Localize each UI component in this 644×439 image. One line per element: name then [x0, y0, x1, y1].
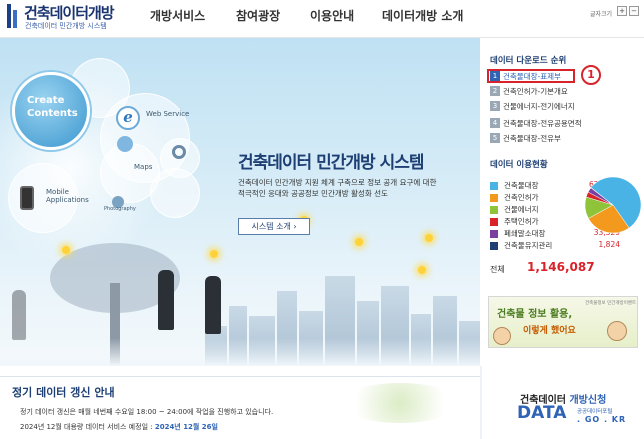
notice-schedule-date: 2024년 12월 26일 — [154, 423, 218, 431]
highlight-box — [487, 69, 575, 83]
mobile-icon — [20, 186, 34, 210]
bulb-icon — [62, 246, 70, 254]
person-figure — [12, 290, 26, 340]
hero-description: 건축데이터 민간개방 지원 체계 구축으로 정보 공개 요구에 대한 적극적인 … — [238, 177, 478, 199]
portal-domain: . GO . KR — [577, 415, 627, 424]
usage-total-label: 전체 — [490, 265, 505, 274]
rank-number: 4 — [490, 118, 500, 128]
apply-title-b: 개방신청 — [569, 395, 607, 406]
notice-title[interactable]: 정기 데이터 갱신 안내 — [12, 384, 115, 400]
portal-name: 공공데이터포털 — [577, 409, 613, 415]
usage-total-value: 1,146,087 — [527, 260, 595, 274]
divider — [480, 366, 482, 439]
legend-swatch — [490, 194, 498, 202]
bubble-text-contents: Contents — [27, 108, 78, 119]
download-ranking-title: 데이터 다운로드 순위 — [490, 56, 567, 66]
nav-usage-guide[interactable]: 이용안내 — [310, 7, 354, 24]
promo-banner[interactable]: 건축물정보 민간개방이벤트 건축물 정보 활용, 이렇게 했어요 — [488, 296, 638, 348]
legend-swatch — [490, 182, 498, 190]
right-sidebar: 데이터 다운로드 순위 1 건축물대장-표제부 2 건축인허가-기본개요 3 건물에너… — [482, 38, 644, 439]
label-web-service: Web Service — [146, 110, 190, 118]
bubble-decoration — [150, 168, 200, 218]
nav-participation[interactable]: 참여광장 — [236, 7, 280, 24]
bulb-icon — [418, 266, 426, 274]
rank-number: 3 — [490, 101, 500, 111]
label-applications: Applications — [46, 196, 89, 204]
legend-swatch — [490, 218, 498, 226]
usage-pie-chart — [584, 176, 642, 234]
bulb-icon — [355, 238, 363, 246]
usage-name: 건물에너지 — [504, 205, 539, 214]
label-mobile: Mobile — [46, 188, 69, 196]
bubble-text-create: Create — [27, 95, 65, 106]
nav-open-service[interactable]: 개방서비스 — [150, 7, 205, 24]
rank-number: 2 — [490, 86, 500, 96]
notice-schedule: 2024년 12월 대용량 데이터 서비스 예정일 : 2024년 12월 26… — [20, 422, 218, 432]
ranking-item-2[interactable]: 2 건축인허가-기본개요 — [490, 86, 568, 97]
ground — [0, 338, 480, 366]
hero-banner: Create Contents e Web Service Maps Mobil… — [0, 38, 480, 366]
ranking-item-3[interactable]: 3 건물에너지-전기에너지 — [490, 101, 575, 112]
legend-swatch — [490, 230, 498, 238]
bulb-icon — [210, 250, 218, 258]
page: { "header": { "logo_title": "건축데이터개방", "… — [0, 0, 644, 439]
callout-marker: 1 — [581, 65, 601, 85]
usage-name: 폐쇄말소대장 — [504, 229, 546, 238]
legend-swatch — [490, 206, 498, 214]
open-apply-banner[interactable]: 건축데이터 개방신청 DATA 공공데이터포털 . GO . KR — [482, 374, 644, 439]
promo-tag: 건축물정보 민간개방이벤트 — [585, 301, 637, 306]
rank-number: 5 — [490, 133, 500, 143]
person-figure — [205, 276, 221, 334]
font-size-label: 글자크기 — [590, 11, 613, 18]
maps-icon — [117, 136, 133, 152]
usage-title: 데이터 이용현황 — [490, 160, 548, 170]
usage-value: 1,824 — [598, 240, 620, 249]
notice-panel: 정기 데이터 갱신 안내 정기 데이터 갱신은 매월 네번째 수요일 18:00… — [0, 376, 480, 439]
legend-swatch — [490, 242, 498, 250]
kid-avatar — [493, 327, 511, 345]
usage-name: 건축인허가 — [504, 193, 539, 202]
notice-schedule-label: 2024년 12월 대용량 데이터 서비스 예정일 : — [20, 423, 155, 431]
rank-label: 건물에너지-전기에너지 — [503, 102, 575, 111]
person-figure — [158, 270, 174, 330]
rank-label: 건축물대장-전유부 — [503, 134, 561, 143]
hero-desc-line: 건축데이터 민간개방 지원 체계 구축으로 정보 공개 요구에 대한 — [238, 178, 437, 187]
rank-label: 건축인허가-기본개요 — [503, 87, 568, 96]
rank-label: 건축물대장-전유공용면적 — [503, 119, 582, 128]
nav-data-open-intro[interactable]: 데이터개방 소개 — [382, 7, 463, 24]
hero-desc-line: 적극적인 응대와 공공정보 민간개방 활성화 선도 — [238, 189, 388, 198]
logo-subtitle: 건축데이터 민간개방 시스템 — [25, 22, 107, 30]
notice-bg-decoration — [340, 383, 460, 423]
logo-title[interactable]: 건축데이터개방 — [24, 2, 115, 23]
web-service-icon: e — [116, 106, 140, 130]
promo-line2: 이렇게 했어요 — [523, 326, 576, 336]
ranking-item-5[interactable]: 5 건축물대장-전유부 — [490, 133, 561, 144]
create-contents-bubble: Create Contents — [12, 72, 90, 150]
pin-icon — [172, 145, 186, 159]
notice-line: 정기 데이터 갱신은 매월 네번째 수요일 18:00 ~ 24:00에 작업을… — [20, 408, 274, 416]
label-maps: Maps — [134, 163, 153, 171]
bulb-icon — [425, 234, 433, 242]
font-minus-button[interactable]: − — [629, 6, 639, 16]
data-brand: DATA — [517, 403, 567, 423]
kid-avatar — [607, 321, 627, 341]
promo-line1: 건축물 정보 활용, — [497, 309, 573, 320]
font-plus-button[interactable]: + — [617, 6, 627, 16]
site-header: 건축데이터개방 건축데이터 민간개방 시스템 개방서비스 참여광장 이용안내 데… — [0, 0, 644, 38]
usage-name: 주택인허가 — [504, 217, 539, 226]
logo-icon[interactable] — [7, 4, 19, 28]
label-photography: Photography — [104, 206, 136, 212]
hero-title: 건축데이터 민간개방 시스템 — [238, 153, 425, 173]
usage-name: 건축물유지관리 — [504, 241, 553, 250]
ranking-item-4[interactable]: 4 건축물대장-전유공용면적 — [490, 118, 582, 129]
usage-row: 건축물유지관리 1,824 — [490, 240, 620, 251]
system-intro-button[interactable]: 시스템 소개 › — [238, 218, 310, 235]
usage-name: 건축물대장 — [504, 181, 539, 190]
